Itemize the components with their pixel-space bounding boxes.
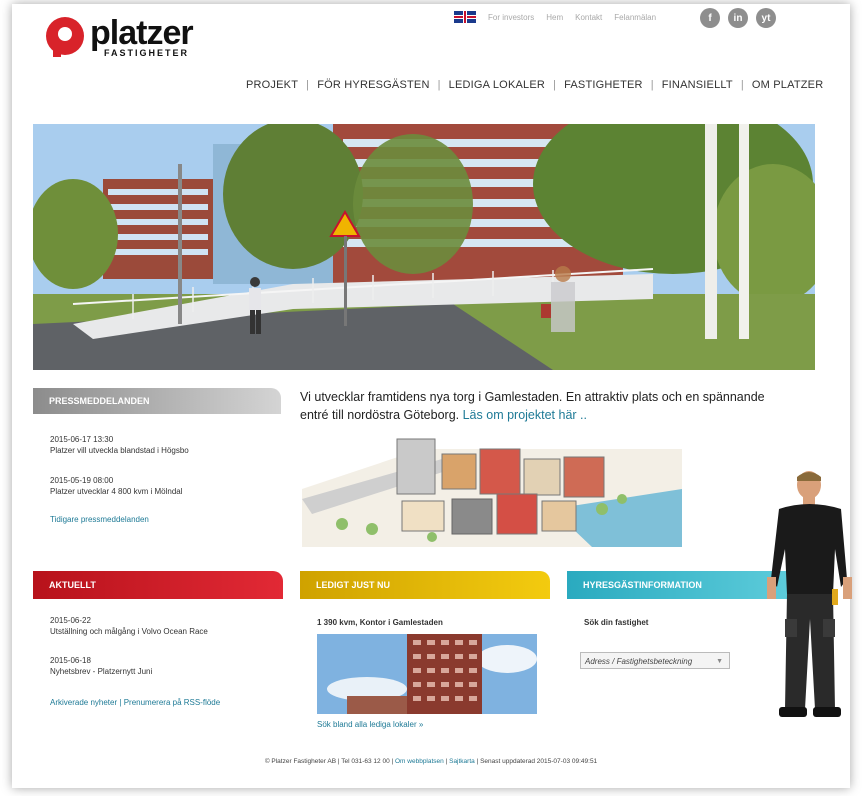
hero-image: [33, 124, 815, 370]
person-image: [757, 469, 868, 739]
vacant-heading: LEDIGT JUST NU: [300, 571, 550, 599]
rss-link[interactable]: Prenumerera på RSS-flöde: [124, 698, 221, 707]
nav-finansiellt[interactable]: FINANSIELLT: [662, 79, 733, 91]
linkedin-icon[interactable]: in: [728, 8, 748, 28]
press-item-title[interactable]: Platzer vill utveckla blandstad i Högsbo: [50, 445, 189, 456]
intro-text: Vi utvecklar framtidens nya torg i Gamle…: [300, 388, 770, 424]
youtube-icon[interactable]: yt: [756, 8, 776, 28]
logo-subtitle: FASTIGHETER: [104, 48, 190, 58]
news-item-date: 2015-06-22: [50, 616, 91, 625]
footer-updated: | Senast uppdaterad 2015-07-03 09:49:51: [476, 758, 598, 765]
intro-project-link[interactable]: Läs om projektet här ..: [463, 408, 587, 422]
facebook-icon[interactable]: f: [700, 8, 720, 28]
uk-flag-icon[interactable]: [454, 11, 476, 23]
footer: © Platzer Fastigheter AB | Tel 031-63 12…: [12, 758, 850, 765]
footer-sitemap-link[interactable]: Sajtkarta: [449, 758, 475, 765]
nav-for-hyresgasten[interactable]: FÖR HYRESGÄSTEN: [317, 79, 429, 91]
news-heading: AKTUELLT: [33, 571, 283, 599]
press-item[interactable]: 2015-06-17 13:30 Platzer vill utveckla b…: [50, 434, 189, 456]
property-select-value: Adress / Fastighetsbeteckning: [585, 657, 693, 666]
link-hem[interactable]: Hem: [546, 13, 563, 22]
news-item-title[interactable]: Utställning och målgång i Volvo Ocean Ra…: [50, 626, 208, 637]
link-kontakt[interactable]: Kontakt: [575, 13, 602, 22]
social-links: f in yt: [700, 8, 776, 28]
news-item-date: 2015-06-18: [50, 656, 91, 665]
project-rendering-image[interactable]: [302, 429, 682, 547]
tenant-search-label: Sök din fastighet: [584, 618, 649, 627]
press-heading: PRESSMEDDELANDEN: [33, 388, 281, 414]
news-links: Arkiverade nyheter | Prenumerera på RSS-…: [50, 698, 220, 707]
vacant-building-image[interactable]: [317, 634, 537, 714]
link-felanmalan[interactable]: Felanmälan: [614, 13, 656, 22]
utility-nav: For investors Hem Kontakt Felanmälan: [454, 10, 656, 24]
nav-lediga-lokaler[interactable]: LEDIGA LOKALER: [449, 79, 545, 91]
news-links-separator: |: [119, 698, 122, 707]
property-select[interactable]: Adress / Fastighetsbeteckning ▼: [580, 652, 730, 669]
news-item-title[interactable]: Nyhetsbrev - Platzernytt Juni: [50, 666, 152, 677]
vacant-search-link[interactable]: Sök bland alla lediga lokaler »: [317, 720, 423, 729]
press-item-date: 2015-06-17 13:30: [50, 435, 114, 444]
page-frame: platzer FASTIGHETER For investors Hem Ko…: [12, 4, 852, 788]
news-item[interactable]: 2015-06-18 Nyhetsbrev - Platzernytt Juni: [50, 655, 152, 677]
logo-icon[interactable]: [46, 17, 84, 57]
main-nav: PROJEKT | FÖR HYRESGÄSTEN | LEDIGA LOKALER…: [246, 79, 824, 91]
nav-projekt[interactable]: PROJEKT: [246, 79, 298, 91]
link-for-investors[interactable]: For investors: [488, 13, 534, 22]
footer-about-link[interactable]: Om webbplatsen: [395, 758, 444, 765]
nav-om-platzer[interactable]: OM PLATZER: [752, 79, 823, 91]
press-item-date: 2015-05-19 08:00: [50, 476, 114, 485]
vacant-title[interactable]: 1 390 kvm, Kontor i Gamlestaden: [317, 617, 443, 628]
press-item-title[interactable]: Platzer utvecklar 4 800 kvm i Mölndal: [50, 486, 183, 497]
news-item[interactable]: 2015-06-22 Utställning och målgång i Vol…: [50, 615, 208, 637]
footer-copyright: © Platzer Fastigheter AB | Tel 031-63 12…: [264, 758, 394, 765]
nav-fastigheter[interactable]: FASTIGHETER: [564, 79, 643, 91]
press-item[interactable]: 2015-05-19 08:00 Platzer utvecklar 4 800…: [50, 475, 183, 497]
footer-separator: |: [445, 758, 448, 765]
logo-text[interactable]: platzer: [90, 16, 194, 50]
chevron-down-icon[interactable]: ▼: [716, 653, 723, 670]
earlier-press-link[interactable]: Tidigare pressmeddelanden: [50, 515, 149, 524]
archived-news-link[interactable]: Arkiverade nyheter: [50, 698, 117, 707]
